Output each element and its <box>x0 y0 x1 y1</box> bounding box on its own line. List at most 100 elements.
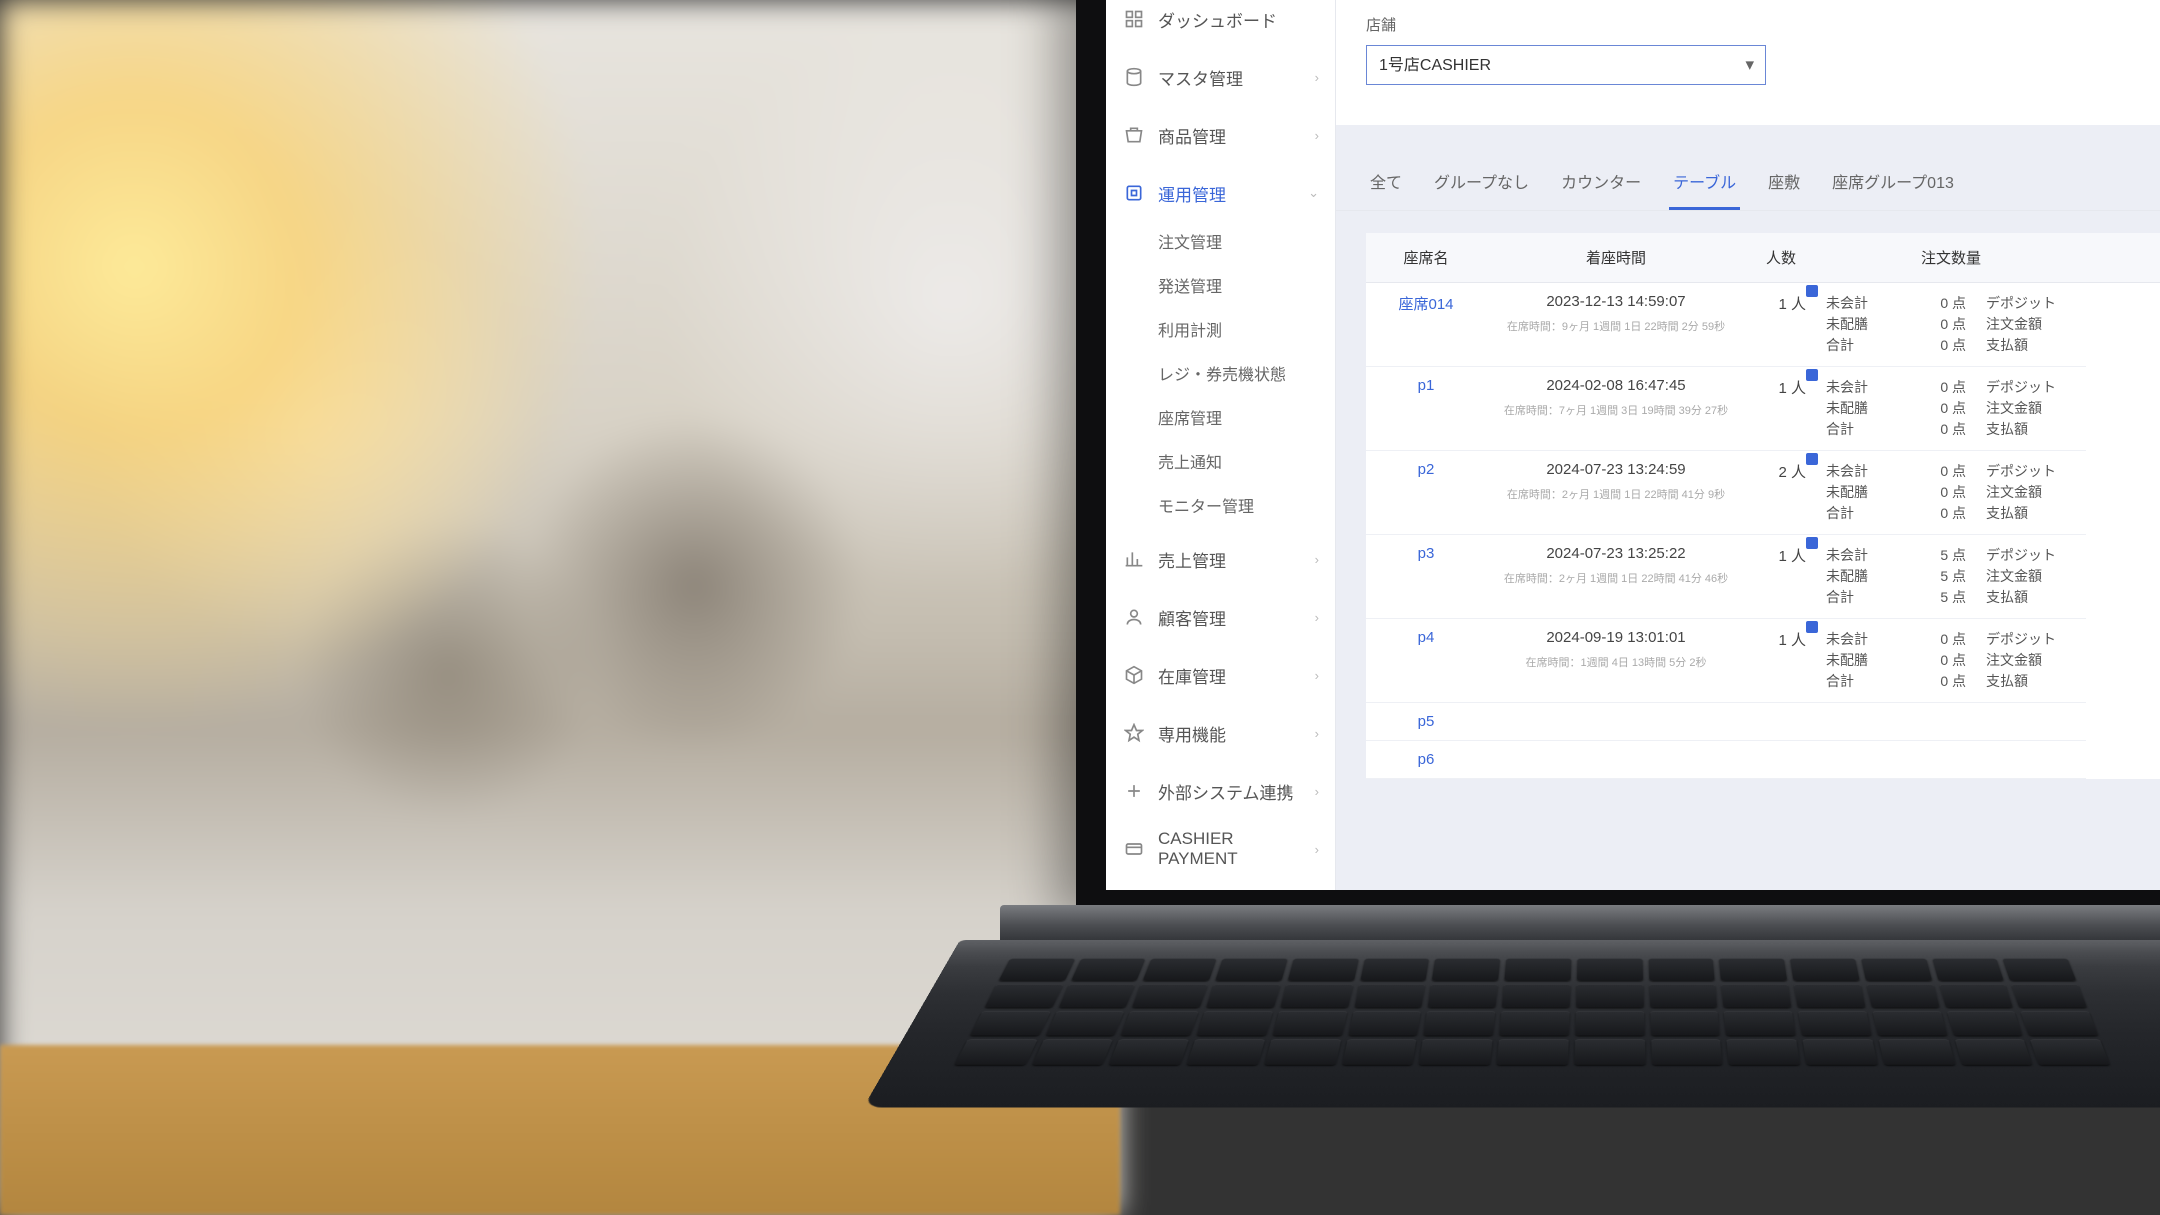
tab-table[interactable]: テーブル <box>1669 155 1740 210</box>
sidebar-sub-salesnotify[interactable]: 売上通知 <box>1106 442 1335 486</box>
sidebar-item-label: 売上管理 <box>1158 547 1226 572</box>
order-counts: 未会計未配膳合計0 点0 点0 点 <box>1816 283 1976 367</box>
chevron-right-icon: › <box>1315 726 1319 741</box>
col-extra <box>2086 233 2160 283</box>
sidebar-sub-orders[interactable]: 注文管理 <box>1106 222 1335 266</box>
people-count[interactable]: 1 人 <box>1746 367 1816 451</box>
sidebar-item-operations[interactable]: 運用管理 ⌄ <box>1106 164 1335 222</box>
people-count[interactable]: 1 人 <box>1746 535 1816 619</box>
tab-group013[interactable]: 座席グループ013 <box>1828 155 1958 210</box>
operations-icon <box>1124 183 1144 203</box>
people-count <box>1746 703 1816 741</box>
sidebar-sub-register[interactable]: レジ・券売機状態 <box>1106 354 1335 398</box>
product-icon <box>1124 125 1144 145</box>
chart-icon <box>1124 549 1144 569</box>
laptop-hinge <box>1000 905 2160 945</box>
chevron-right-icon: › <box>1315 552 1319 567</box>
box-icon <box>1124 665 1144 685</box>
tab-all[interactable]: 全て <box>1366 155 1406 210</box>
sidebar-item-special[interactable]: 専用機能 › <box>1106 704 1335 762</box>
seat-link[interactable]: p6 <box>1366 741 1486 779</box>
link-icon <box>1124 781 1144 801</box>
edit-icon[interactable] <box>1806 369 1818 381</box>
seat-link[interactable]: p2 <box>1366 451 1486 535</box>
order-counts: 未会計未配膳合計0 点0 点0 点 <box>1816 367 1976 451</box>
seated-time: 2024-02-08 16:47:45在席時間：7ヶ月 1週間 3日 19時間 … <box>1486 367 1746 451</box>
amount-labels: デポジット注文金額支払額 <box>1976 367 2086 451</box>
seat-link[interactable]: p5 <box>1366 703 1486 741</box>
col-seat: 座席名 <box>1366 233 1486 283</box>
sidebar-item-label: 外部システム連携 <box>1158 779 1294 804</box>
seat-link[interactable]: 座席014 <box>1366 283 1486 367</box>
store-select[interactable]: 1号店CASHIER <box>1366 45 1766 85</box>
main-content: 店舗 1号店CASHIER 全て グループなし カウンター テーブル 座敷 座席… <box>1336 0 2160 890</box>
col-seated: 着座時間 <box>1486 233 1746 283</box>
chevron-right-icon: › <box>1315 842 1319 857</box>
table-row: p12024-02-08 16:47:45在席時間：7ヶ月 1週間 3日 19時… <box>1366 367 2160 451</box>
amount-labels <box>1976 703 2086 741</box>
seated-time: 2024-09-19 13:01:01在席時間：1週間 4日 13時間 5分 2… <box>1486 619 1746 703</box>
tab-nogroup[interactable]: グループなし <box>1430 155 1533 210</box>
people-count[interactable]: 1 人 <box>1746 283 1816 367</box>
sidebar-item-customer[interactable]: 顧客管理 › <box>1106 588 1335 646</box>
edit-icon[interactable] <box>1806 285 1818 297</box>
seat-link[interactable]: p3 <box>1366 535 1486 619</box>
table-row: p6 <box>1366 741 2160 779</box>
sidebar-item-label: 専用機能 <box>1158 721 1226 746</box>
sidebar-item-sales[interactable]: 売上管理 › <box>1106 530 1335 588</box>
sidebar-item-master[interactable]: マスタ管理 › <box>1106 48 1335 106</box>
sidebar-item-label: 商品管理 <box>1158 123 1226 148</box>
dashboard-icon <box>1124 9 1144 29</box>
seats-table-wrap: 座席名 着座時間 人数 注文数量 座席0142023-12-13 14:59:0… <box>1366 233 2160 779</box>
sidebar-item-product[interactable]: 商品管理 › <box>1106 106 1335 164</box>
tab-counter[interactable]: カウンター <box>1557 155 1645 210</box>
amount-labels: デポジット注文金額支払額 <box>1976 451 2086 535</box>
filter-card: 店舗 1号店CASHIER <box>1336 0 2160 125</box>
sidebar-item-label: マスタ管理 <box>1158 65 1243 90</box>
laptop: ダッシュボード マスタ管理 › 商品管理 › 運用管理 ⌄ 注文管理 発送管理 … <box>1050 0 2160 1215</box>
tab-zashiki[interactable]: 座敷 <box>1764 155 1804 210</box>
order-counts: 未会計未配膳合計0 点0 点0 点 <box>1816 451 1976 535</box>
chevron-down-icon: ⌄ <box>1308 185 1319 201</box>
table-row: p22024-07-23 13:24:59在席時間：2ヶ月 1週間 1日 22時… <box>1366 451 2160 535</box>
table-row: p5 <box>1366 703 2160 741</box>
database-icon <box>1124 67 1144 87</box>
user-icon <box>1124 607 1144 627</box>
order-counts: 未会計未配膳合計5 点5 点5 点 <box>1816 535 1976 619</box>
edit-icon[interactable] <box>1806 621 1818 633</box>
col-orders: 注文数量 <box>1816 233 2086 283</box>
chevron-right-icon: › <box>1315 668 1319 683</box>
sidebar-item-stock[interactable]: 在庫管理 › <box>1106 646 1335 704</box>
sidebar-item-external[interactable]: 外部システム連携 › <box>1106 762 1335 820</box>
edit-icon[interactable] <box>1806 537 1818 549</box>
seated-time: 2024-07-23 13:25:22在席時間：2ヶ月 1週間 1日 22時間 … <box>1486 535 1746 619</box>
people-count[interactable]: 1 人 <box>1746 619 1816 703</box>
keyboard <box>954 958 2111 1066</box>
table-row: p32024-07-23 13:25:22在席時間：2ヶ月 1週間 1日 22時… <box>1366 535 2160 619</box>
chevron-right-icon: › <box>1315 610 1319 625</box>
sidebar-item-label: 顧客管理 <box>1158 605 1226 630</box>
laptop-body <box>863 940 2160 1107</box>
seat-link[interactable]: p1 <box>1366 367 1486 451</box>
sidebar-sub-usage[interactable]: 利用計測 <box>1106 310 1335 354</box>
sidebar-sub-monitor[interactable]: モニター管理 <box>1106 486 1335 530</box>
seat-group-tabs: 全て グループなし カウンター テーブル 座敷 座席グループ013 <box>1336 155 2160 211</box>
seated-time: 2023-12-13 14:59:07在席時間：9ヶ月 1週間 1日 22時間 … <box>1486 283 1746 367</box>
order-counts <box>1816 703 1976 741</box>
amount-labels: デポジット注文金額支払額 <box>1976 535 2086 619</box>
seat-link[interactable]: p4 <box>1366 619 1486 703</box>
people-count[interactable]: 2 人 <box>1746 451 1816 535</box>
seated-time <box>1486 741 1746 779</box>
order-counts <box>1816 741 1976 779</box>
sidebar-item-label: CASHIER PAYMENT <box>1158 829 1317 869</box>
chevron-right-icon: › <box>1315 70 1319 85</box>
table-header-row: 座席名 着座時間 人数 注文数量 <box>1366 233 2160 283</box>
sidebar-item-label: 在庫管理 <box>1158 663 1226 688</box>
sidebar-item-dashboard[interactable]: ダッシュボード <box>1106 0 1335 48</box>
order-counts: 未会計未配膳合計0 点0 点0 点 <box>1816 619 1976 703</box>
sidebar-sub-shipping[interactable]: 発送管理 <box>1106 266 1335 310</box>
sidebar-sub-seats[interactable]: 座席管理 <box>1106 398 1335 442</box>
edit-icon[interactable] <box>1806 453 1818 465</box>
sidebar-item-payment[interactable]: CASHIER PAYMENT › <box>1106 820 1335 878</box>
seated-time: 2024-07-23 13:24:59在席時間：2ヶ月 1週間 1日 22時間 … <box>1486 451 1746 535</box>
